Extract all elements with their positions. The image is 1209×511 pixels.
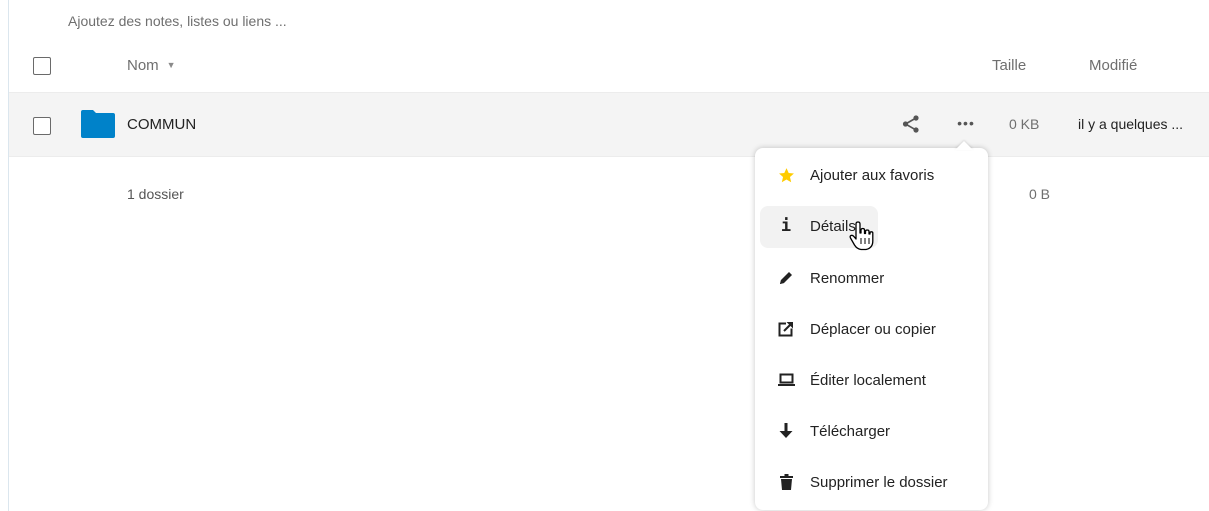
menu-item-rename[interactable]: Renommer (760, 258, 984, 300)
share-icon[interactable] (901, 114, 921, 134)
info-icon: i (780, 216, 792, 236)
select-all-checkbox[interactable] (33, 57, 51, 75)
left-border (8, 0, 9, 511)
menu-item-label: Ajouter aux favoris (810, 167, 935, 184)
column-header-name[interactable]: Nom ▼ (127, 57, 176, 74)
menu-item-move-copy[interactable]: Déplacer ou copier (760, 309, 984, 351)
menu-item-label: Éditer localement (810, 372, 926, 389)
menu-item-add-favorite[interactable]: Ajouter aux favoris (760, 155, 984, 197)
menu-item-label: Télécharger (810, 423, 891, 440)
file-row-checkbox[interactable] (33, 117, 51, 135)
trash-icon (777, 473, 795, 491)
laptop-icon (777, 371, 795, 389)
star-icon (777, 166, 795, 184)
hand-pointer-cursor-icon (849, 221, 874, 251)
file-name[interactable]: COMMUN (127, 116, 196, 133)
summary-count: 1 dossier (127, 186, 184, 202)
notes-placeholder[interactable]: Ajoutez des notes, listes ou liens ... (68, 13, 287, 29)
menu-item-label: Supprimer le dossier (810, 474, 948, 491)
pencil-icon (777, 269, 795, 287)
caret-down-icon: ▼ (166, 60, 176, 70)
file-size: 0 KB (1009, 116, 1040, 132)
divider (9, 156, 1209, 157)
menu-item-label: Renommer (810, 270, 885, 287)
menu-item-label: Déplacer ou copier (810, 321, 936, 338)
folder-icon[interactable] (81, 110, 115, 138)
summary-size: 0 B (1029, 186, 1051, 202)
external-link-icon (777, 320, 795, 338)
download-icon (777, 422, 795, 440)
file-modified: il y a quelques ... (1078, 116, 1184, 132)
column-header-size[interactable]: Taille (992, 57, 1026, 74)
context-menu-arrow (955, 141, 973, 150)
column-header-modified[interactable]: Modifié (1089, 57, 1137, 74)
menu-item-download[interactable]: Télécharger (760, 411, 984, 453)
column-header-name-label: Nom (127, 57, 159, 74)
more-actions-icon[interactable]: ••• (953, 110, 979, 136)
menu-item-delete-folder[interactable]: Supprimer le dossier (760, 462, 984, 504)
menu-item-edit-locally[interactable]: Éditer localement (760, 360, 984, 402)
